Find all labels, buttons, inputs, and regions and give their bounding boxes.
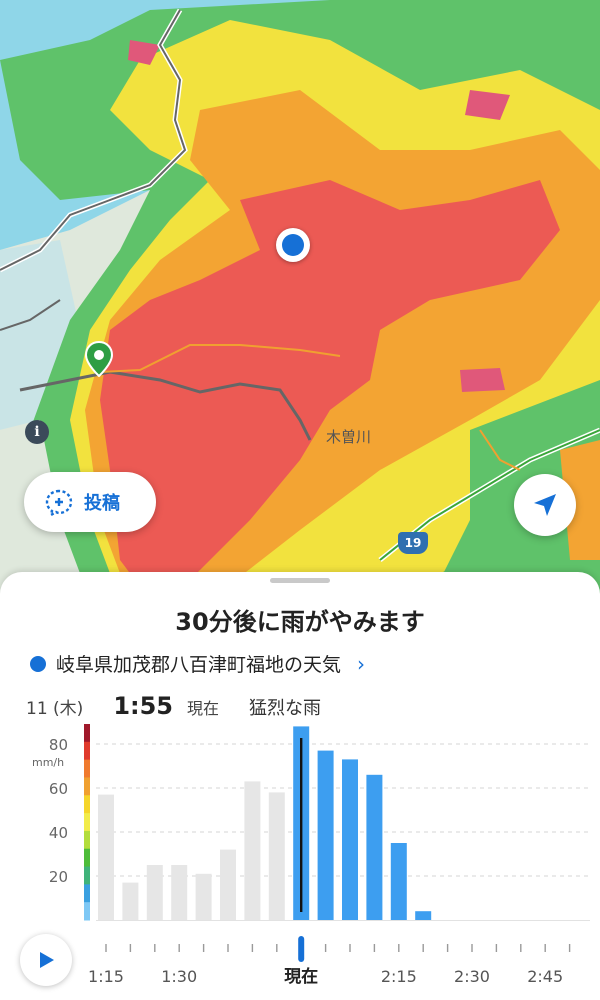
route-shield: 19	[398, 532, 428, 554]
y-unit-label: mm/h	[32, 756, 64, 769]
location-dot-icon	[30, 655, 46, 672]
color-scale-segment	[84, 902, 90, 921]
y-tick-label: 60	[49, 780, 68, 798]
x-tick-label: 1:30	[161, 967, 197, 986]
chevron-right-icon: ›	[357, 651, 366, 676]
x-tick-label: 現在	[284, 966, 318, 987]
river-label: 木曽川	[326, 428, 372, 446]
rain-bar-2:20	[415, 911, 432, 920]
rain-bar-2:00	[317, 750, 334, 920]
forecast-sheet: 30分後に雨がやみます 岐阜県加茂郡八百津町福地の天気 › 11 (木) 1:5…	[0, 572, 600, 1000]
current-location-marker	[276, 228, 310, 262]
rain-bar-1:45	[244, 781, 261, 920]
rainfall-chart[interactable]: 80 60 40 20 mm/h 1:15 1:30 現在 2:15 2:30 2:45	[0, 722, 600, 1000]
color-scale-segment	[84, 813, 90, 832]
date-label: 11 (木)	[26, 699, 84, 719]
y-tick-label: 40	[49, 824, 68, 842]
play-button[interactable]	[20, 934, 72, 986]
rain-bar-1:40	[220, 849, 236, 920]
color-scale-segment	[84, 884, 90, 903]
color-scale-segment	[84, 830, 90, 850]
rain-bar-1:20	[122, 882, 139, 920]
info-icon[interactable]: i	[25, 420, 49, 444]
post-button-label: 投稿	[84, 493, 120, 514]
locate-me-button[interactable]	[514, 474, 576, 536]
color-scale-segment	[84, 724, 90, 743]
rain-bar-1:30	[171, 865, 188, 920]
post-button[interactable]: 投稿	[24, 472, 156, 532]
color-scale-segment	[84, 777, 90, 796]
color-scale-segment	[84, 866, 90, 885]
rain-bar-1:50	[268, 792, 285, 920]
location-name: 岐阜県加茂郡八百津町福地の天気	[56, 654, 342, 676]
map-pin-icon[interactable]	[85, 341, 113, 377]
rain-radar-map[interactable]: i 木曽川 19 投稿	[0, 0, 600, 600]
color-scale-segment	[84, 848, 90, 868]
current-info-row: 11 (木) 1:55 現在 猛烈な雨	[26, 692, 321, 724]
timeline-scrubber-handle[interactable]	[298, 936, 305, 962]
now-label: 現在	[187, 699, 220, 718]
color-scale-segment	[84, 741, 90, 761]
location-link[interactable]: 岐阜県加茂郡八百津町福地の天気 ›	[30, 650, 365, 677]
rain-bar-2:05	[342, 759, 358, 920]
sheet-drag-handle[interactable]	[270, 578, 330, 583]
time-label: 1:55	[113, 692, 174, 720]
x-tick-label: 2:30	[454, 967, 490, 986]
x-tick-label: 2:45	[527, 967, 563, 986]
rain-stop-headline: 30分後に雨がやみます	[175, 608, 425, 636]
y-tick-label: 20	[49, 868, 68, 886]
post-bubble-icon	[45, 489, 73, 517]
rain-bar-2:15	[390, 843, 407, 920]
rain-status: 猛烈な雨	[249, 698, 322, 719]
rain-bar-2:10	[366, 774, 383, 920]
rain-bar-1:25	[146, 865, 163, 920]
rain-bar-1:15	[98, 794, 114, 920]
x-tick-label: 2:15	[381, 967, 417, 986]
color-scale-segment	[84, 795, 90, 814]
x-tick-label: 1:15	[88, 967, 124, 986]
navigation-arrow-icon	[534, 494, 556, 516]
rain-bar-1:35	[195, 873, 212, 920]
play-icon	[40, 952, 54, 968]
color-scale-segment	[84, 759, 90, 778]
y-tick-label: 80	[49, 736, 68, 754]
